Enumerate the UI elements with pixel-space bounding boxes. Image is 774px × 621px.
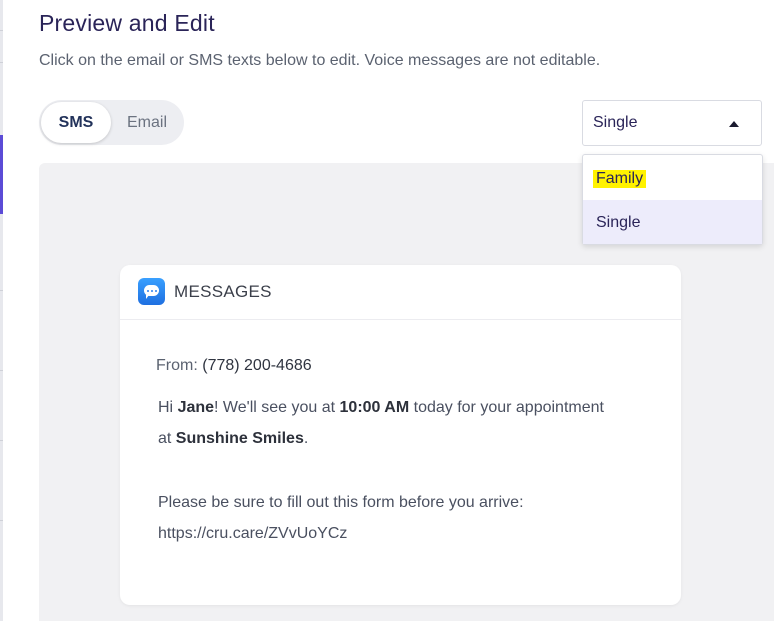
from-label: From: xyxy=(156,357,198,374)
from-number: (778) 200-4686 xyxy=(202,357,312,374)
left-rail xyxy=(0,0,3,621)
message-line[interactable]: Please be sure to fill out this form bef… xyxy=(158,494,524,512)
rail-divider xyxy=(0,62,3,63)
dropdown-option-label: Single xyxy=(596,214,641,231)
message-line[interactable]: at Sunshine Smiles. xyxy=(158,430,308,448)
rail-divider xyxy=(0,30,3,31)
rail-divider xyxy=(0,370,3,371)
page-subtitle: Click on the email or SMS texts below to… xyxy=(39,52,601,69)
sender-line: From: (778) 200-4686 xyxy=(156,357,312,375)
audience-select[interactable]: Single xyxy=(582,100,762,146)
card-header: MESSAGES xyxy=(120,265,681,320)
dropdown-option-single[interactable]: Single xyxy=(583,200,762,244)
audience-dropdown-menu: Family Single xyxy=(582,154,763,245)
page-title: Preview and Edit xyxy=(39,10,215,36)
patient-name: Jane xyxy=(177,399,215,416)
sms-message-card[interactable]: MESSAGES From: (778) 200-4686 Hi Jane! W… xyxy=(120,265,681,605)
rail-divider xyxy=(0,520,3,521)
rail-divider xyxy=(0,290,3,291)
dropdown-option-label: Family xyxy=(593,170,647,188)
card-header-label: MESSAGES xyxy=(174,282,272,301)
form-link[interactable]: https://cru.care/ZVvUoYCz xyxy=(158,525,347,543)
audience-select-value: Single xyxy=(593,114,638,131)
dropdown-option-family[interactable]: Family xyxy=(583,156,762,200)
appointment-time: 10:00 AM xyxy=(339,399,410,416)
message-line[interactable]: Hi Jane! We'll see you at 10:00 AM today… xyxy=(158,399,604,417)
rail-divider xyxy=(0,440,3,441)
email-tab[interactable]: Email xyxy=(115,100,179,145)
caret-up-icon xyxy=(729,121,739,127)
chat-bubble-icon xyxy=(138,278,165,305)
channel-toggle: SMS Email xyxy=(39,100,184,145)
active-nav-indicator xyxy=(0,135,3,214)
clinic-name: Sunshine Smiles xyxy=(175,430,304,447)
sms-tab[interactable]: SMS xyxy=(41,102,111,143)
